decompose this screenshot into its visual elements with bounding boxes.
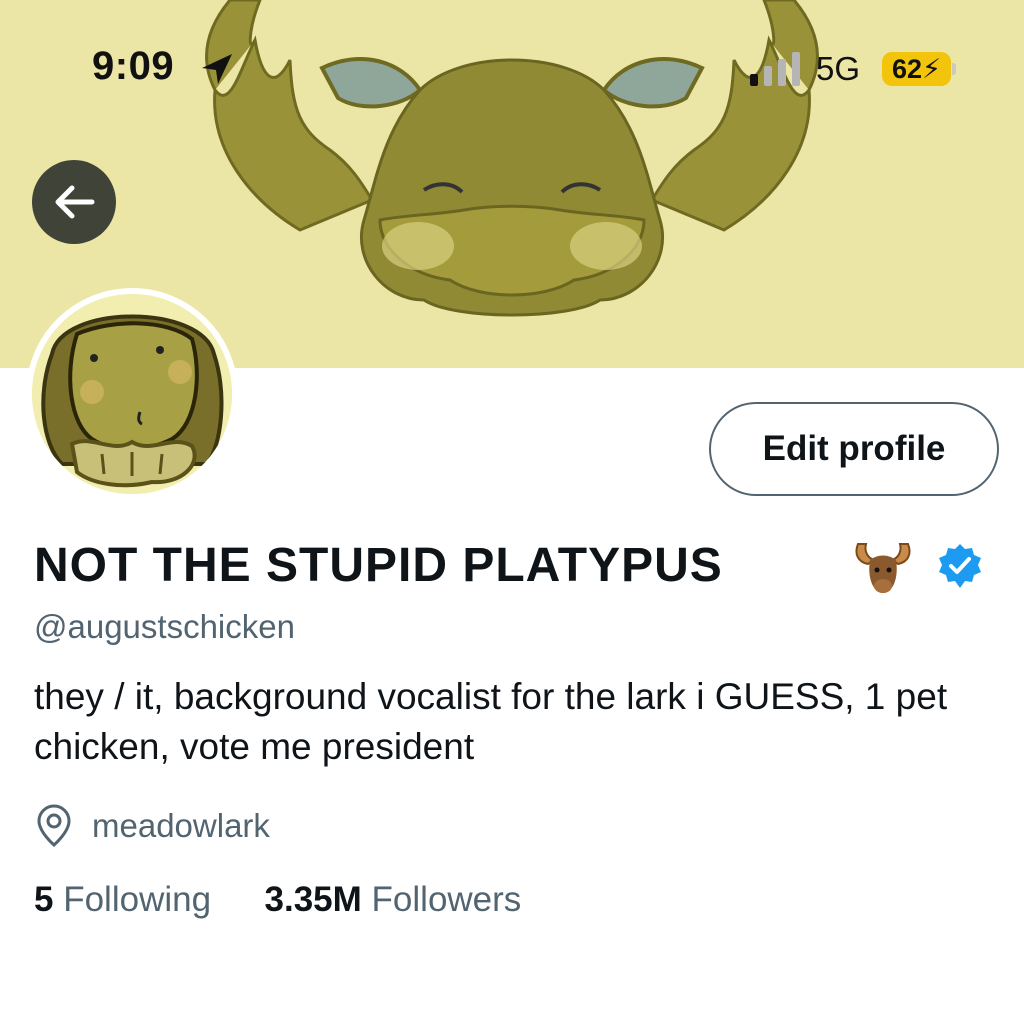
battery-cap [952,63,956,75]
followers-count: 3.35M [264,880,362,919]
moose-emoji-icon [855,543,911,593]
profile-stats: 5 Following 3.35M Followers [34,880,521,920]
profile-handle: @augustschicken [34,608,295,645]
location-arrow-icon [202,54,232,84]
charging-bolt-icon: ⚡ [922,54,942,84]
avatar-drawing [32,294,232,494]
arrow-left-icon [55,185,95,219]
status-time: 9:09 [92,44,175,88]
following-link[interactable]: 5 Following [34,880,211,920]
followers-label: Followers [371,880,522,919]
following-label: Following [63,880,212,919]
network-label: 5G [816,50,861,87]
location-text: meadowlark [92,807,270,844]
status-bar: 9:09 5G 62⚡ [0,0,1024,120]
profile-bio: they / it, background vocalist for the l… [34,676,948,767]
battery-indicator: 62⚡ [882,52,952,86]
profile-location: meadowlark [34,804,270,848]
battery-level: 62 [892,54,923,84]
verified-badge-icon[interactable] [936,542,984,590]
map-pin-icon [37,804,71,847]
edit-profile-button[interactable]: Edit profile [709,402,999,496]
avatar[interactable] [26,288,238,500]
followers-link[interactable]: 3.35M Followers [265,880,522,920]
display-name: NOT THE STUPID PLATYPUS [34,539,723,592]
cellular-signal-icon [750,52,800,86]
back-button[interactable] [32,160,116,244]
following-count: 5 [34,880,54,919]
